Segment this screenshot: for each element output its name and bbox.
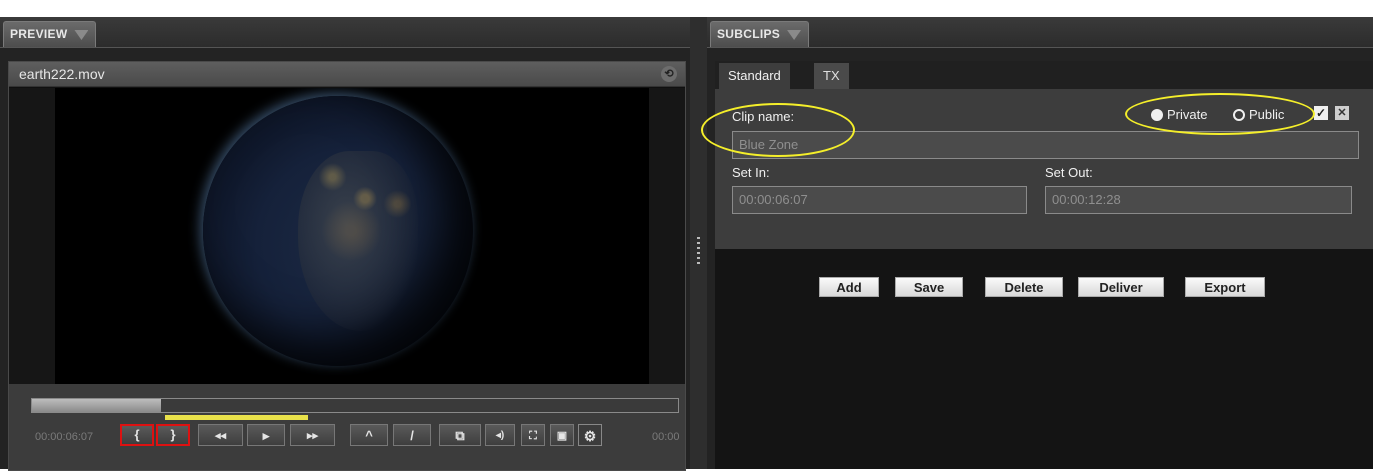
set-in-label: Set In: <box>732 165 770 180</box>
preview-player: earth222.mov ⟲ 00:00:06:07 { } ◂◂ ▸ ▸▸ ^… <box>8 61 686 471</box>
snapshot-icon[interactable]: ▣ <box>550 424 574 446</box>
gear-icon[interactable]: ⚙ <box>578 424 602 446</box>
subclip-form: Standard TX Clip name: Private Public ✓ … <box>715 61 1373 249</box>
video-letterbox-left <box>9 88 55 384</box>
pencil-button[interactable]: / <box>393 424 431 446</box>
video-viewport[interactable] <box>55 88 649 384</box>
subclips-header-tab[interactable]: SUBCLIPS <box>710 21 810 47</box>
fullscreen-icon[interactable]: ⛶ <box>521 424 545 446</box>
tab-tx[interactable]: TX <box>814 63 849 89</box>
add-button[interactable]: Add <box>819 277 879 297</box>
set-in-input[interactable]: 00:00:06:07 <box>732 186 1027 214</box>
tab-standard[interactable]: Standard <box>719 63 790 89</box>
scrub-bar[interactable] <box>31 398 679 413</box>
timecode-duration: 00:00 <box>652 431 680 443</box>
player-controls: 00:00:06:07 { } ◂◂ ▸ ▸▸ ^ / ⧉ ◂) ⛶ ▣ ⚙ 0… <box>9 384 685 470</box>
subclip-tabs: Standard TX <box>715 61 1373 89</box>
volume-icon[interactable]: ◂) <box>485 424 515 446</box>
chevron-down-icon[interactable] <box>787 30 802 40</box>
timecode-current: 00:00:06:07 <box>35 431 94 443</box>
export-button[interactable]: Export <box>1185 277 1265 297</box>
subclip-range-marker <box>165 415 308 420</box>
earth-image <box>203 96 473 366</box>
file-name: earth222.mov <box>19 66 105 82</box>
highlight-ellipse-visibility <box>1125 93 1315 135</box>
subclips-header-label: SUBCLIPS <box>717 27 781 41</box>
preview-header-tab[interactable]: PREVIEW <box>3 21 97 47</box>
highlight-ellipse-clip-name <box>701 103 855 157</box>
close-icon[interactable]: ⟲ <box>661 66 677 82</box>
delete-button[interactable]: Delete <box>985 277 1063 297</box>
save-button[interactable]: Save <box>895 277 963 297</box>
clip-icon[interactable]: ⧉ <box>439 424 481 446</box>
mark-in-button[interactable]: { <box>120 424 154 446</box>
subclips-header: SUBCLIPS <box>707 17 1373 48</box>
play-button[interactable]: ▸ <box>247 424 285 446</box>
set-out-label: Set Out: <box>1045 165 1093 180</box>
up-button[interactable]: ^ <box>350 424 388 446</box>
preview-panel: PREVIEW earth222.mov ⟲ 00:00:06:07 { } ◂… <box>0 17 690 471</box>
chevron-down-icon[interactable] <box>74 30 89 40</box>
preview-header: PREVIEW <box>0 17 690 48</box>
preview-header-label: PREVIEW <box>10 27 68 41</box>
deliver-button[interactable]: Deliver <box>1078 277 1164 297</box>
mark-out-button[interactable]: } <box>156 424 190 446</box>
close-icon[interactable]: ✕ <box>1335 106 1349 120</box>
scrub-progress <box>32 399 162 412</box>
subclips-panel: SUBCLIPS Standard TX Clip name: Private … <box>701 17 1373 469</box>
file-bar: earth222.mov ⟲ <box>9 62 685 87</box>
fast-forward-button[interactable]: ▸▸ <box>290 424 335 446</box>
video-letterbox-right <box>649 88 685 384</box>
panel-splitter[interactable] <box>690 17 707 469</box>
set-out-input[interactable]: 00:00:12:28 <box>1045 186 1352 214</box>
rewind-button[interactable]: ◂◂ <box>198 424 243 446</box>
confirm-checkbox[interactable]: ✓ <box>1314 106 1328 120</box>
